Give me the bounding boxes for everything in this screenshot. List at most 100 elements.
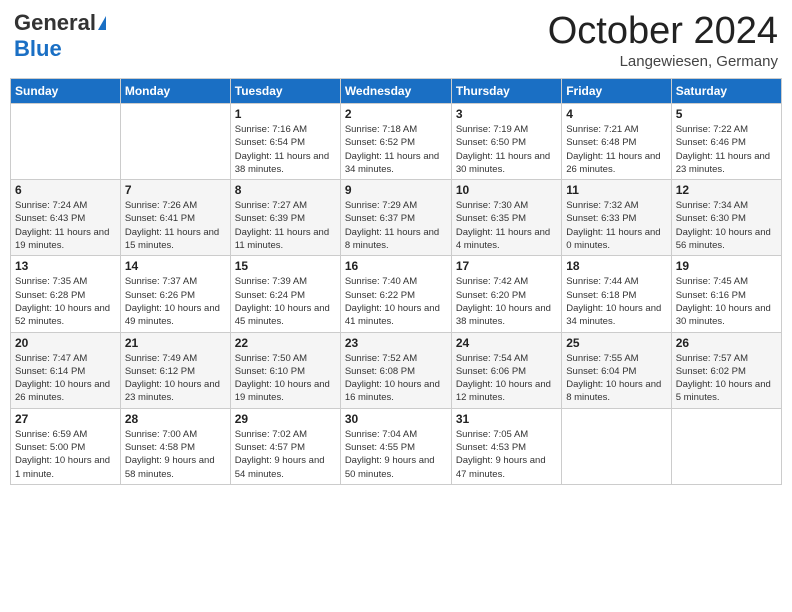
logo: General Blue — [14, 10, 106, 62]
calendar-day-cell: 2Sunrise: 7:18 AMSunset: 6:52 PMDaylight… — [340, 104, 451, 180]
day-number: 5 — [676, 107, 777, 121]
calendar-day-cell: 15Sunrise: 7:39 AMSunset: 6:24 PMDayligh… — [230, 256, 340, 332]
day-detail-line: Daylight: 10 hours and 30 minutes. — [676, 303, 771, 327]
day-detail-line: Sunrise: 7:16 AM — [235, 124, 307, 135]
day-number: 9 — [345, 183, 447, 197]
day-number: 7 — [125, 183, 226, 197]
day-detail: Sunrise: 7:32 AMSunset: 6:33 PMDaylight:… — [566, 199, 666, 252]
day-detail-line: Sunrise: 7:54 AM — [456, 353, 528, 364]
day-of-week-header: Friday — [562, 79, 671, 104]
day-detail-line: Daylight: 10 hours and 19 minutes. — [235, 379, 330, 403]
calendar-day-cell — [562, 408, 671, 484]
calendar-day-cell — [671, 408, 781, 484]
calendar-day-cell: 28Sunrise: 7:00 AMSunset: 4:58 PMDayligh… — [120, 408, 230, 484]
calendar-day-cell: 4Sunrise: 7:21 AMSunset: 6:48 PMDaylight… — [562, 104, 671, 180]
calendar-week-row: 1 Sunrise: 7:16 AM Sunset: 6:54 PM Daylight… — [11, 104, 782, 180]
calendar-day-cell: 18 Sunrise: 7:44 AMSunset: 6:18 PMDayligh… — [562, 256, 671, 332]
day-detail-line: Sunset: 6:46 PM — [676, 137, 746, 148]
day-detail-line: Sunrise: 7:29 AM — [345, 200, 417, 211]
day-detail-line: Sunset: 4:55 PM — [345, 442, 415, 453]
page-header: General Blue October 2024 Langewiesen, G… — [10, 10, 782, 70]
day-detail-line: Daylight: 11 hours and 26 minutes. — [566, 151, 660, 175]
day-detail-line: Sunset: 6:37 PM — [345, 213, 415, 224]
day-detail-line: Daylight: 11 hours and 30 minutes. — [456, 151, 550, 175]
day-detail-line: Sunset: 6:43 PM — [15, 213, 85, 224]
day-detail-line: Sunset: 4:58 PM — [125, 442, 195, 453]
day-detail-line: Sunrise: 7:21 AM — [566, 124, 638, 135]
location-title: Langewiesen, Germany — [548, 53, 778, 70]
day-number: 26 — [676, 336, 777, 350]
day-detail-line: Daylight: 11 hours and 34 minutes. — [345, 151, 439, 175]
day-detail-line: Sunrise: 7:47 AM — [15, 353, 87, 364]
day-detail-line: Daylight: 9 hours and 58 minutes. — [125, 455, 215, 479]
day-detail: Sunrise: 7:22 AMSunset: 6:46 PMDaylight:… — [676, 123, 777, 176]
day-detail-line: Daylight: 10 hours and 38 minutes. — [456, 303, 551, 327]
day-detail-line: Sunrise: 7:19 AM — [456, 124, 528, 135]
day-detail: Sunrise: 7:34 AMSunset: 6:30 PMDaylight:… — [676, 199, 777, 252]
day-detail-line: Sunset: 6:06 PM — [456, 366, 526, 377]
day-detail-line: Sunset: 6:04 PM — [566, 366, 636, 377]
calendar-day-cell: 29Sunrise: 7:02 AMSunset: 4:57 PMDayligh… — [230, 408, 340, 484]
day-detail: Sunrise: 7:19 AMSunset: 6:50 PMDaylight:… — [456, 123, 557, 176]
day-detail: Sunrise: 7:47 AMSunset: 6:14 PMDaylight:… — [15, 352, 116, 405]
day-number: 30 — [345, 412, 447, 426]
day-number: 28 — [125, 412, 226, 426]
day-detail-line: Daylight: 11 hours and 19 minutes. — [15, 227, 109, 251]
day-detail: Sunrise: 7:44 AMSunset: 6:18 PMDaylight:… — [566, 275, 666, 328]
day-number: 29 — [235, 412, 336, 426]
calendar-day-cell: 9Sunrise: 7:29 AMSunset: 6:37 PMDaylight… — [340, 180, 451, 256]
day-detail-line: Daylight: 10 hours and 34 minutes. — [566, 303, 661, 327]
calendar-week-row: 27Sunrise: 6:59 AMSunset: 5:00 PMDayligh… — [11, 408, 782, 484]
day-detail-line: Sunset: 6:41 PM — [125, 213, 195, 224]
calendar-header-row: SundayMondayTuesdayWednesdayThursdayFrid… — [11, 79, 782, 104]
day-number: 15 — [235, 259, 336, 273]
day-detail-line: Daylight: 10 hours and 23 minutes. — [125, 379, 220, 403]
day-detail-line: Sunrise: 7:34 AM — [676, 200, 748, 211]
day-detail-line: Sunset: 6:02 PM — [676, 366, 746, 377]
day-detail-line: Sunset: 6:28 PM — [15, 290, 85, 301]
day-detail-line: Daylight: 10 hours and 52 minutes. — [15, 303, 110, 327]
day-detail-line: Sunrise: 7:27 AM — [235, 200, 307, 211]
day-detail-line: Sunset: 5:00 PM — [15, 442, 85, 453]
day-detail: Sunrise: 7:21 AMSunset: 6:48 PMDaylight:… — [566, 123, 666, 176]
day-detail: Sunrise: 6:59 AMSunset: 5:00 PMDaylight:… — [15, 428, 116, 481]
day-detail-line: Daylight: 11 hours and 38 minutes. — [235, 151, 329, 175]
day-number: 3 — [456, 107, 557, 121]
calendar-day-cell: 27Sunrise: 6:59 AMSunset: 5:00 PMDayligh… — [11, 408, 121, 484]
day-detail-line: Daylight: 9 hours and 50 minutes. — [345, 455, 435, 479]
day-detail-line: Daylight: 11 hours and 11 minutes. — [235, 227, 329, 251]
day-detail-line: Sunset: 6:26 PM — [125, 290, 195, 301]
calendar-day-cell: 10Sunrise: 7:30 AMSunset: 6:35 PMDayligh… — [451, 180, 561, 256]
calendar-week-row: 20 Sunrise: 7:47 AM Sunset: 6:14 PM Dayligh… — [11, 332, 782, 408]
day-detail-line: Sunset: 6:22 PM — [345, 290, 415, 301]
day-detail-line: Sunrise: 7:49 AM — [125, 353, 197, 364]
day-number: 18 — [566, 259, 666, 273]
day-detail: Sunrise: 7:26 AMSunset: 6:41 PMDaylight:… — [125, 199, 226, 252]
day-number: 25 — [566, 336, 666, 350]
day-detail: Sunrise: 7:24 AMSunset: 6:43 PMDaylight:… — [15, 199, 116, 252]
day-detail-line: Sunrise: 6:59 AM — [15, 429, 87, 440]
day-number: 23 — [345, 336, 447, 350]
day-detail-line: Daylight: 9 hours and 47 minutes. — [456, 455, 546, 479]
day-number: 20 — [15, 336, 116, 350]
day-detail-line: Sunset: 6:14 PM — [15, 366, 85, 377]
day-detail-line: Sunset: 6:39 PM — [235, 213, 305, 224]
day-detail-line: Sunset: 6:54 PM — [235, 137, 305, 148]
day-detail-line: Daylight: 10 hours and 12 minutes. — [456, 379, 551, 403]
logo-general-text: General — [14, 10, 96, 36]
day-detail: Sunrise: 7:52 AMSunset: 6:08 PMDaylight:… — [345, 352, 447, 405]
calendar-day-cell: 3 Sunrise: 7:19 AMSunset: 6:50 PMDaylight… — [451, 104, 561, 180]
day-detail-line: Daylight: 10 hours and 5 minutes. — [676, 379, 771, 403]
day-number: 1 — [235, 107, 336, 121]
calendar-day-cell: 5 Sunrise: 7:22 AMSunset: 6:46 PMDaylight… — [671, 104, 781, 180]
day-number: 12 — [676, 183, 777, 197]
day-detail-line: Sunrise: 7:45 AM — [676, 276, 748, 287]
day-detail-line: Sunrise: 7:35 AM — [15, 276, 87, 287]
calendar-day-cell — [120, 104, 230, 180]
day-detail-line: Sunset: 6:10 PM — [235, 366, 305, 377]
day-detail-line: Sunrise: 7:04 AM — [345, 429, 417, 440]
logo-icon — [98, 16, 106, 30]
day-of-week-header: Tuesday — [230, 79, 340, 104]
day-detail: Sunrise: 7:04 AM Sunset: 4:55 PM Daylight:… — [345, 428, 447, 481]
day-detail-line: Daylight: 11 hours and 4 minutes. — [456, 227, 550, 251]
